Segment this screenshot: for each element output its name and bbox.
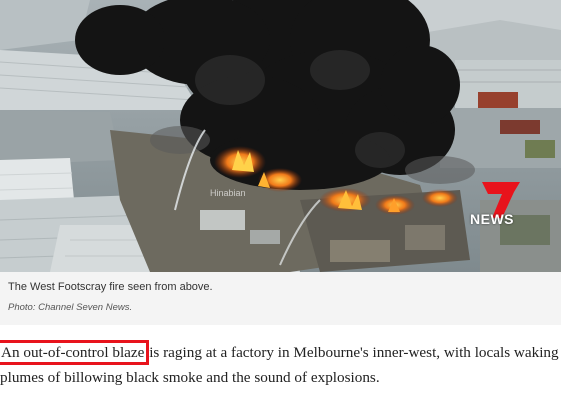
article-body: An out-of-control blaze is raging at a f… [0, 340, 561, 390]
news-photo: NEWS Hinabian [0, 0, 561, 272]
highlighted-phrase: An out-of-control blaze [0, 340, 150, 365]
news-logo-label: NEWS [470, 211, 514, 227]
article-line-1-rest: is raging at a factory in Melbourne's in… [145, 344, 561, 361]
photo-caption: The West Footscray fire seen from above. [8, 281, 213, 293]
article-line-2: plumes of billowing black smoke and the … [0, 369, 380, 386]
watermark: Hinabian [210, 188, 246, 198]
photo-credit: Photo: Channel Seven News. [8, 302, 133, 313]
fire-aerial-image [0, 0, 561, 272]
photo-caption-box: The West Footscray fire seen from above.… [0, 272, 561, 325]
article-line-1: An out-of-control blaze is raging at a f… [0, 340, 561, 365]
